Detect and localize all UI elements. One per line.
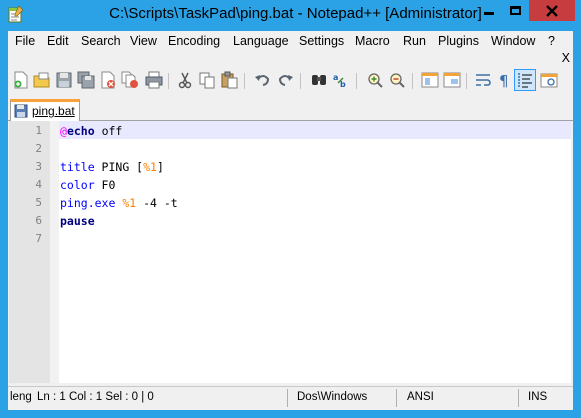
menu-file[interactable]: File	[15, 34, 35, 48]
menu-macro[interactable]: Macro	[355, 34, 390, 48]
close-icon[interactable]	[99, 71, 117, 89]
menu-window[interactable]: Window	[491, 34, 535, 48]
status-eol-format: Dos\Windows	[297, 391, 368, 403]
keyword-pause: pause	[60, 214, 95, 228]
status-encoding: ANSI	[407, 391, 434, 403]
code-line-4[interactable]: color F0	[60, 176, 115, 194]
maximize-icon	[510, 6, 521, 15]
print-icon[interactable]	[145, 71, 163, 89]
indent-guide-icon[interactable]	[516, 71, 534, 89]
toolbar-separator	[244, 73, 245, 89]
new-file-icon[interactable]	[12, 71, 30, 89]
line-number: 3	[35, 160, 42, 173]
paste-icon[interactable]	[220, 71, 238, 89]
menu-encoding[interactable]: Encoding	[168, 34, 220, 48]
sync-vertical-icon[interactable]	[421, 71, 439, 89]
editor-area[interactable]: 1 2 3 4 5 6 7 @echo off title PING [%1] …	[9, 121, 571, 383]
status-divider	[287, 389, 288, 407]
status-position: Ln : 1 Col : 1 Sel : 0 | 0	[37, 391, 154, 403]
echo-off-prefix: @	[60, 124, 67, 138]
redo-icon[interactable]	[276, 71, 294, 89]
menu-edit[interactable]: Edit	[47, 34, 69, 48]
replace-icon[interactable]: a b	[332, 71, 350, 89]
menu-bar: File Edit Search View Encoding Language …	[8, 31, 573, 51]
toolbar-separator	[356, 73, 357, 89]
menu-view[interactable]: View	[130, 34, 157, 48]
command-ping: ping.exe	[60, 196, 116, 210]
code-text: off	[94, 124, 123, 138]
tab-label: ping.bat	[32, 104, 75, 118]
caption-buttons	[475, 0, 575, 21]
code-line-3[interactable]: title PING [%1]	[60, 158, 164, 176]
toolbar: a b ¶	[8, 67, 573, 93]
find-icon[interactable]	[310, 71, 328, 89]
status-divider	[518, 389, 519, 407]
close-bracket: ]	[156, 160, 164, 174]
line-number: 4	[35, 178, 42, 191]
status-insert-mode: INS	[528, 391, 548, 403]
svg-text:¶: ¶	[499, 72, 509, 89]
close-all-icon[interactable]	[121, 71, 139, 89]
code-text: -4 -t	[136, 196, 178, 210]
toolbar-separator	[466, 73, 467, 89]
minimize-icon	[483, 12, 494, 15]
save-all-icon[interactable]	[77, 71, 95, 89]
variable-arg1: %1	[122, 196, 137, 210]
sync-horizontal-icon[interactable]	[443, 71, 461, 89]
menu-language[interactable]: Language	[233, 34, 289, 48]
fold-margin[interactable]	[50, 121, 59, 383]
zoom-out-icon[interactable]	[388, 71, 406, 89]
zoom-in-icon[interactable]	[366, 71, 384, 89]
code-text: F0	[94, 178, 116, 192]
status-divider	[396, 389, 397, 407]
close-document-button[interactable]: X	[562, 51, 570, 65]
save-icon[interactable]	[55, 71, 73, 89]
line-number-gutter: 1 2 3 4 5 6 7	[9, 121, 50, 383]
document-map-icon[interactable]	[540, 71, 558, 89]
menu-settings[interactable]: Settings	[299, 34, 344, 48]
minimize-button[interactable]	[475, 0, 502, 21]
tab-ping-bat[interactable]: ping.bat	[10, 99, 80, 121]
toolbar-separator	[412, 73, 413, 89]
line-number: 7	[35, 232, 42, 245]
current-line-highlight	[59, 121, 571, 139]
open-file-icon[interactable]	[33, 71, 51, 89]
code-line-6[interactable]: pause	[60, 212, 95, 230]
menu-run[interactable]: Run	[403, 34, 426, 48]
close-window-icon	[546, 4, 558, 17]
status-bar: leng Ln : 1 Col : 1 Sel : 0 | 0 Dos\Wind…	[8, 386, 573, 408]
copy-icon[interactable]	[198, 71, 216, 89]
undo-icon[interactable]	[254, 71, 272, 89]
variable-arg1: %1	[143, 160, 157, 174]
code-line-1[interactable]: @echo off	[60, 122, 122, 140]
saved-file-icon	[14, 104, 28, 118]
menu-search[interactable]: Search	[81, 34, 121, 48]
keyword-title: title	[60, 160, 95, 174]
menu-plugins[interactable]: Plugins	[438, 34, 479, 48]
svg-text:b: b	[340, 80, 346, 89]
word-wrap-icon[interactable]	[474, 71, 492, 89]
line-number: 6	[35, 214, 42, 227]
close-window-button[interactable]	[529, 0, 575, 21]
toolbar-separator	[300, 73, 301, 89]
keyword-color: color	[60, 178, 95, 192]
svg-text:a: a	[333, 73, 338, 82]
show-all-chars-icon[interactable]: ¶	[496, 71, 514, 89]
client-area: File Edit Search View Encoding Language …	[8, 31, 573, 410]
line-number: 2	[35, 142, 42, 155]
line-number: 1	[35, 124, 42, 137]
code-line-5[interactable]: ping.exe %1 -4 -t	[60, 194, 178, 212]
keyword-echo: echo	[66, 124, 95, 138]
title-bar[interactable]: C:\Scripts\TaskPad\ping.bat - Notepad++ …	[0, 0, 581, 30]
notepad-plus-plus-window: C:\Scripts\TaskPad\ping.bat - Notepad++ …	[0, 0, 581, 418]
line-number: 5	[35, 196, 42, 209]
toolbar-separator	[168, 73, 169, 89]
code-text: PING	[94, 160, 137, 174]
menu-help[interactable]: ?	[548, 34, 555, 48]
maximize-button[interactable]	[502, 0, 529, 21]
tab-strip: ping.bat	[8, 97, 573, 121]
status-length: leng	[10, 391, 32, 403]
cut-icon[interactable]	[176, 71, 194, 89]
